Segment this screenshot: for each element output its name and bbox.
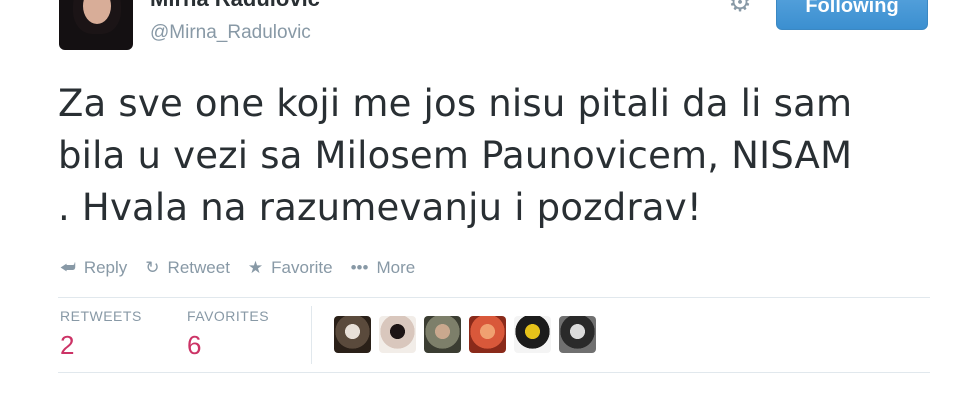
retweet-action[interactable]: ↻ Retweet xyxy=(145,258,230,278)
tweet-line: Za sve one koji me jos nisu pitali da li… xyxy=(58,82,853,125)
screen-name[interactable]: @Mirna_Radulovic xyxy=(150,22,311,44)
retweet-label: Retweet xyxy=(167,258,230,277)
tweet-line: bila u vezi sa Milosem Paunovicem, NISAM xyxy=(58,134,853,177)
tweet-text: Za sve one koji me jos nisu pitali da li… xyxy=(58,78,938,234)
reply-icon: ⮨ xyxy=(60,258,76,277)
retweet-icon: ↻ xyxy=(145,258,160,277)
reply-action[interactable]: ⮨ Reply xyxy=(60,258,127,278)
following-button[interactable]: Following xyxy=(776,0,928,30)
favoriter-avatar[interactable] xyxy=(514,316,551,353)
tweet-line: . Hvala na razumevanju i pozdrav! xyxy=(58,186,702,229)
favoriter-avatar[interactable] xyxy=(379,316,416,353)
stats-separator xyxy=(311,306,312,364)
favoriter-avatar[interactable] xyxy=(559,316,596,353)
favorites-label: FAVORITES xyxy=(187,308,270,324)
reply-label: Reply xyxy=(83,258,128,277)
divider-top xyxy=(58,297,930,298)
gear-icon[interactable]: ⚙ xyxy=(726,0,754,16)
retweets-stat[interactable]: RETWEETS 2 xyxy=(60,308,142,361)
tweet-actions: ⮨ Reply ↻ Retweet ★ Favorite ••• More xyxy=(60,256,433,280)
more-dots-icon: ••• xyxy=(350,258,369,277)
more-label: More xyxy=(376,258,416,277)
favorites-count: 6 xyxy=(187,330,202,360)
favorites-stat[interactable]: FAVORITES 6 xyxy=(187,308,269,361)
favoriters-avatars xyxy=(334,316,604,353)
retweets-label: RETWEETS xyxy=(60,308,142,324)
favorite-label: Favorite xyxy=(271,258,333,277)
favoriter-avatar[interactable] xyxy=(469,316,506,353)
user-avatar[interactable] xyxy=(59,0,133,50)
retweets-count: 2 xyxy=(60,330,75,360)
favorite-action[interactable]: ★ Favorite xyxy=(248,258,333,278)
divider-bottom xyxy=(58,372,930,373)
favoriter-avatar[interactable] xyxy=(334,316,371,353)
favoriter-avatar[interactable] xyxy=(424,316,461,353)
more-action[interactable]: ••• More xyxy=(351,258,416,278)
star-icon: ★ xyxy=(247,258,264,277)
display-name[interactable]: Mirna Radulovic xyxy=(150,0,320,12)
